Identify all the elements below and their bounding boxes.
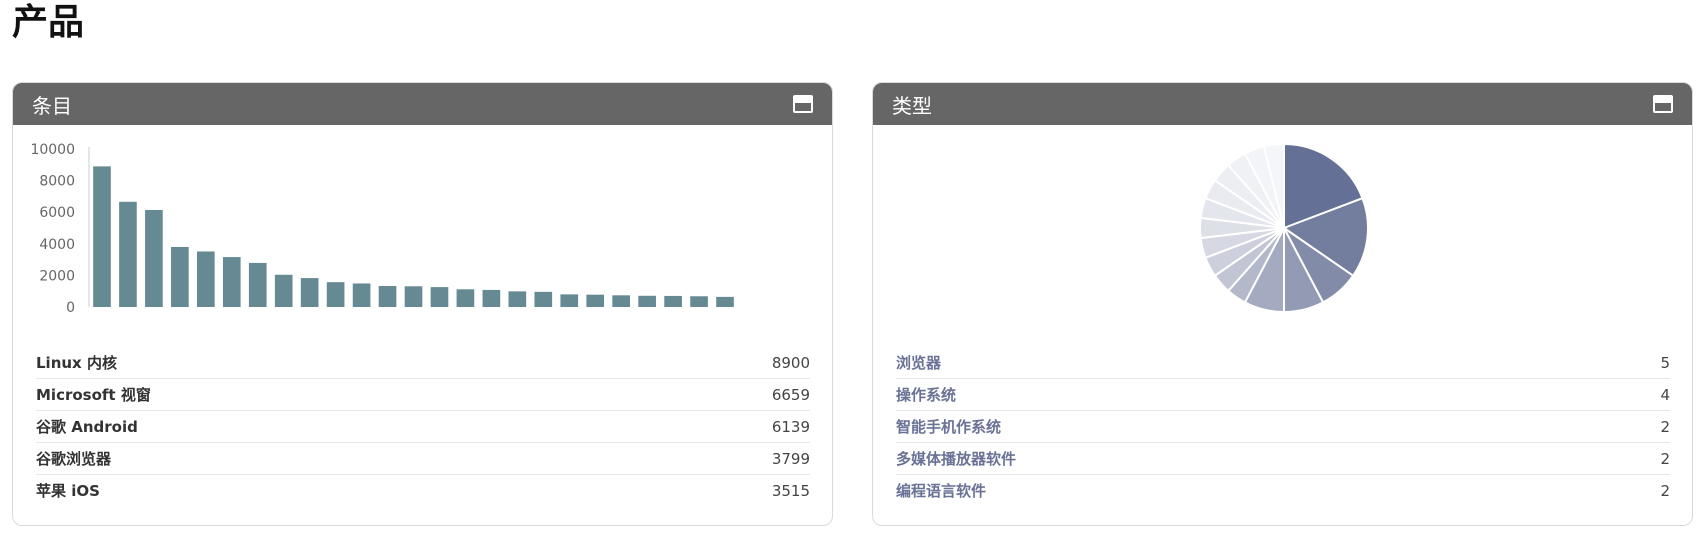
list-item-value: 6139 [771, 417, 810, 436]
types-panel-header: 类型 [873, 83, 1692, 125]
window-minimize-icon[interactable] [1653, 95, 1673, 113]
list-item[interactable]: 多媒体播放器软件 2 [896, 443, 1670, 475]
list-item[interactable]: 浏览器 5 [896, 347, 1670, 379]
list-item[interactable]: Linux 内核 8900 [36, 347, 810, 379]
list-item-name: 编程语言软件 [896, 482, 987, 500]
list-item-name: 谷歌浏览器 [36, 450, 112, 468]
bar [196, 251, 215, 307]
bar [612, 295, 631, 307]
items-panel-header: 条目 [13, 83, 832, 125]
types-list: 浏览器 5 操作系统 4 智能手机作系统 2 多媒体播放器软件 2 编程语言软件 2 [896, 347, 1670, 506]
list-item-value: 6659 [771, 385, 810, 404]
bar [664, 295, 682, 307]
types-pie-chart [873, 125, 1692, 335]
window-minimize-icon[interactable] [793, 95, 813, 113]
list-item-value: 3799 [771, 449, 810, 468]
bar [171, 246, 189, 307]
list-item-name: 谷歌 Android [36, 418, 138, 436]
list-item-name: 苹果 iOS [36, 482, 100, 500]
bar [430, 287, 449, 307]
list-item-name: 操作系统 [896, 386, 957, 404]
list-item-value: 4 [1660, 385, 1670, 404]
bar [352, 283, 371, 307]
bar [404, 286, 423, 307]
bar [716, 296, 734, 307]
items-list: Linux 内核 8900 Microsoft 视窗 6659 谷歌 Android… [36, 347, 810, 506]
list-item-value: 2 [1660, 449, 1670, 468]
bar [378, 285, 397, 307]
types-panel-title: 类型 [892, 93, 932, 118]
list-item[interactable]: 智能手机作系统 2 [896, 411, 1670, 443]
list-item-name: 智能手机作系统 [896, 418, 1002, 436]
bar [274, 274, 293, 307]
bar [456, 289, 475, 307]
bar [638, 295, 656, 307]
list-item[interactable]: 操作系统 4 [896, 379, 1670, 411]
list-item-value: 3515 [771, 481, 810, 500]
list-item[interactable]: 编程语言软件 2 [896, 475, 1670, 506]
list-item-value: 2 [1660, 417, 1670, 436]
list-item-name: Linux 内核 [36, 354, 117, 372]
list-item[interactable]: 谷歌 Android 6139 [36, 411, 810, 443]
pie-chart-svg [1199, 142, 1369, 314]
bar [560, 294, 579, 307]
bar [690, 296, 708, 307]
list-item-name: 多媒体播放器软件 [896, 450, 1017, 468]
list-item-value: 2 [1660, 481, 1670, 500]
y-tick-label: 6000 [39, 205, 75, 221]
bar [119, 201, 137, 307]
bar [326, 282, 345, 307]
page-title: 产品 [12, 2, 85, 43]
y-tick-label: 10000 [30, 142, 75, 158]
items-panel: 条目 10000 8000 6000 4000 2000 0 Linux 内核 8900 M… [12, 82, 833, 526]
y-tick-label: 0 [66, 300, 75, 316]
list-item-value: 8900 [771, 353, 810, 372]
bar [93, 166, 111, 307]
bar [300, 278, 319, 307]
bar [586, 294, 605, 307]
list-item-value: 5 [1660, 353, 1670, 372]
list-item-name: 浏览器 [896, 354, 942, 372]
y-tick-label: 4000 [39, 237, 75, 253]
list-item-name: Microsoft 视窗 [36, 386, 151, 404]
bar [248, 262, 267, 307]
items-bar-chart: 10000 8000 6000 4000 2000 0 [13, 125, 832, 335]
list-item[interactable]: 谷歌浏览器 3799 [36, 443, 810, 475]
bar [222, 257, 241, 307]
bar [534, 291, 553, 307]
types-panel: 类型 浏览器 5 操作系统 4 智能手机作系统 2 多媒体播放器软件 2 编程语言软件 2 [872, 82, 1693, 526]
y-tick-label: 2000 [39, 268, 75, 284]
bar [145, 210, 163, 307]
y-tick-label: 8000 [39, 174, 75, 190]
list-item[interactable]: 苹果 iOS 3515 [36, 475, 810, 506]
bar [482, 289, 501, 307]
bar-chart-svg: 10000 8000 6000 4000 2000 0 [30, 142, 734, 316]
list-item[interactable]: Microsoft 视窗 6659 [36, 379, 810, 411]
bar [508, 291, 527, 307]
items-panel-title: 条目 [32, 93, 72, 118]
